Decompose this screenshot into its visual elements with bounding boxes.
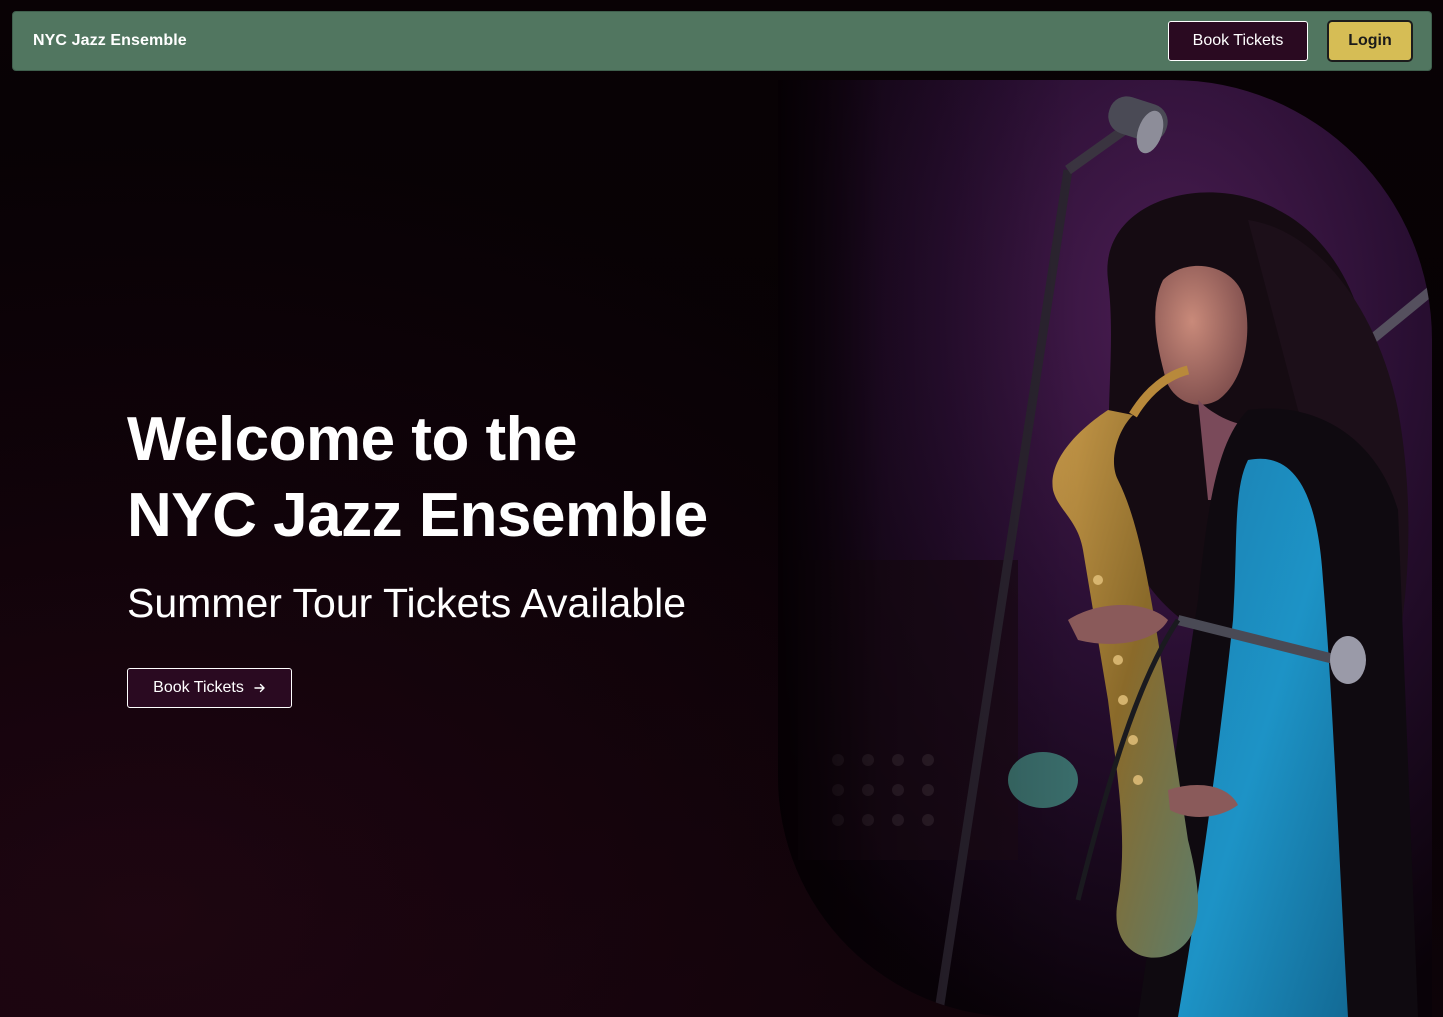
top-navbar: NYC Jazz Ensemble Book Tickets Login [12, 11, 1432, 71]
brand-name[interactable]: NYC Jazz Ensemble [33, 32, 187, 50]
book-tickets-nav-button[interactable]: Book Tickets [1168, 21, 1308, 61]
hero-title-line-1: Welcome to the [127, 405, 578, 474]
hero-subtitle: Summer Tour Tickets Available [127, 580, 687, 626]
login-button[interactable]: Login [1327, 20, 1413, 62]
page: NYC Jazz Ensemble Book Tickets Login Wel… [0, 0, 1443, 1017]
book-tickets-hero-button[interactable]: Book Tickets [127, 668, 292, 708]
nav-actions: Book Tickets Login [1168, 20, 1413, 62]
hero-photo-saxophonist [778, 80, 1432, 1017]
hero-title-line-2: NYC Jazz Ensemble [127, 481, 708, 550]
hero-content: Welcome to the NYC Jazz Ensemble Summer … [127, 402, 807, 708]
hero-title: Welcome to the NYC Jazz Ensemble [127, 402, 807, 554]
saxophonist-illustration [778, 80, 1432, 1017]
arrow-right-icon [254, 683, 265, 693]
book-tickets-hero-label: Book Tickets [153, 679, 244, 696]
